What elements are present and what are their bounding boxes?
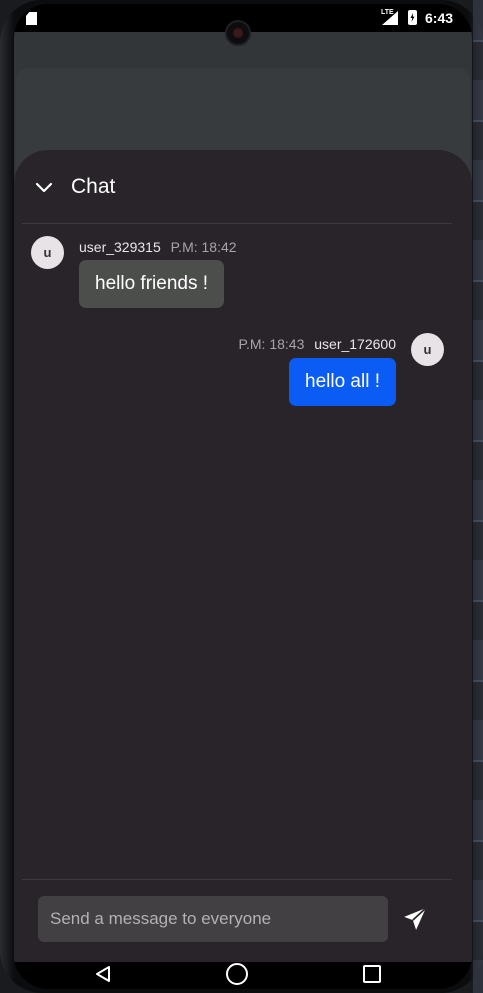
message-meta: P.M: 18:43 user_172600 <box>238 336 396 352</box>
status-time: 6:43 <box>425 10 454 26</box>
message-input[interactable] <box>38 896 388 942</box>
lte-signal-icon: LTE <box>381 9 398 25</box>
message-username: user_172600 <box>314 336 396 352</box>
message-time: P.M: 18:42 <box>170 239 237 255</box>
phone-screen: LTE 6:43 Chat u user_329315 P.M: 18:42 h… <box>14 4 472 989</box>
sd-card-icon <box>26 12 37 25</box>
chat-header: Chat <box>14 150 472 220</box>
message-composer <box>38 896 388 942</box>
message-username: user_329315 <box>79 239 161 255</box>
header-divider <box>22 223 452 224</box>
message-bubble: hello friends ! <box>79 260 225 308</box>
message-bubble: hello all ! <box>289 358 396 406</box>
chat-sheet: Chat u user_329315 P.M: 18:42 hello frie… <box>14 150 472 962</box>
avatar[interactable]: u <box>31 236 64 269</box>
message-time: P.M: 18:43 <box>238 336 305 352</box>
back-icon[interactable] <box>94 965 112 983</box>
recents-icon[interactable] <box>363 965 381 983</box>
message-meta: user_329315 P.M: 18:42 <box>79 239 237 255</box>
front-camera <box>225 20 251 46</box>
battery-charging-icon <box>408 10 417 25</box>
chat-title: Chat <box>71 175 116 198</box>
navigation-bar <box>14 962 472 989</box>
send-icon[interactable] <box>402 906 428 932</box>
network-label: LTE <box>381 9 394 16</box>
chevron-down-icon[interactable] <box>32 176 56 200</box>
avatar[interactable]: u <box>411 333 444 366</box>
composer-divider <box>22 879 452 880</box>
background-edge <box>473 0 483 993</box>
home-icon[interactable] <box>226 963 248 985</box>
